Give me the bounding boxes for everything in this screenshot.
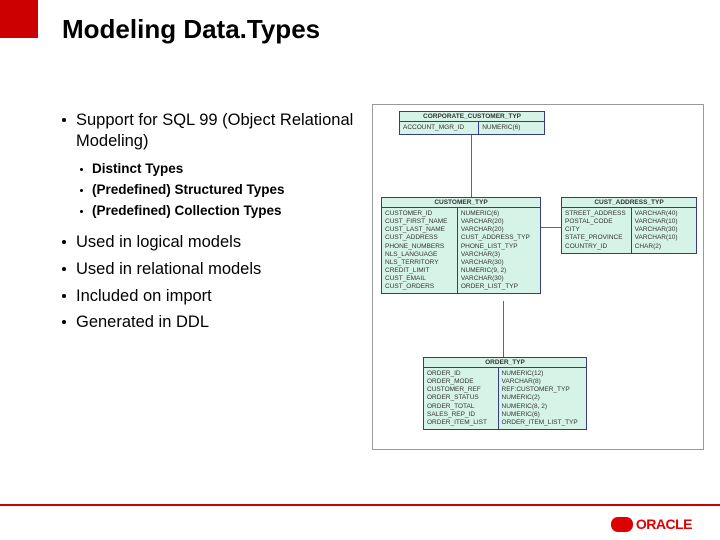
bullet-dot-icon bbox=[80, 210, 83, 213]
bullet-dot-icon bbox=[62, 320, 66, 324]
entity-header: ORDER_TYP bbox=[424, 358, 586, 368]
sub-bullet-structured: (Predefined) Structured Types bbox=[80, 182, 362, 197]
bullet-text: Used in relational models bbox=[76, 259, 261, 280]
bullet-ddl: Generated in DDL bbox=[62, 312, 362, 333]
page-title: Modeling Data.Types bbox=[62, 14, 320, 45]
entity-types: NUMERIC(12)VARCHAR(8)REF:CUSTOMER_TYPNUM… bbox=[499, 368, 586, 429]
bullet-text: Used in logical models bbox=[76, 232, 241, 253]
oracle-logo-text: ORACLE bbox=[636, 516, 692, 532]
entity-fields: STREET_ADDRESSPOSTAL_CODECITYSTATE_PROVI… bbox=[562, 208, 632, 253]
red-accent-block bbox=[0, 0, 38, 38]
bullet-dot-icon bbox=[80, 189, 83, 192]
entity-types: NUMERIC(6)VARCHAR(20)VARCHAR(20)CUST_ADD… bbox=[458, 208, 540, 293]
bullet-text: (Predefined) Structured Types bbox=[92, 182, 285, 197]
footer-divider bbox=[0, 504, 720, 506]
entity-types: NUMERIC(6) bbox=[479, 122, 544, 134]
bullet-sql99: Support for SQL 99 (Object Relational Mo… bbox=[62, 110, 362, 151]
entity-header: CUST_ADDRESS_TYP bbox=[562, 198, 696, 208]
bullet-dot-icon bbox=[62, 294, 66, 298]
entity-order: ORDER_TYP ORDER_IDORDER_MODECUSTOMER_REF… bbox=[423, 357, 587, 430]
entity-types: VARCHAR(40)VARCHAR(10)VARCHAR(30)VARCHAR… bbox=[632, 208, 696, 253]
bullet-dot-icon bbox=[80, 168, 83, 171]
entity-customer: CUSTOMER_TYP CUSTOMER_IDCUST_FIRST_NAMEC… bbox=[381, 197, 541, 294]
oracle-logo: ORACLE bbox=[611, 516, 692, 532]
sub-bullet-distinct: Distinct Types bbox=[80, 161, 362, 176]
bullet-dot-icon bbox=[62, 118, 66, 122]
sub-bullet-collection: (Predefined) Collection Types bbox=[80, 203, 362, 218]
entity-fields: CUSTOMER_IDCUST_FIRST_NAMECUST_LAST_NAME… bbox=[382, 208, 458, 293]
entity-address: CUST_ADDRESS_TYP STREET_ADDRESSPOSTAL_CO… bbox=[561, 197, 697, 254]
oracle-logo-icon bbox=[611, 517, 633, 532]
connector-line bbox=[471, 135, 472, 197]
entity-header: CORPORATE_CUSTOMER_TYP bbox=[400, 112, 544, 122]
bullet-import: Included on import bbox=[62, 286, 362, 307]
bullet-content: Support for SQL 99 (Object Relational Mo… bbox=[62, 110, 362, 339]
bullet-logical: Used in logical models bbox=[62, 232, 362, 253]
bullet-text: Included on import bbox=[76, 286, 212, 307]
entity-corporate-customer: CORPORATE_CUSTOMER_TYP ACCOUNT_MGR_ID NU… bbox=[399, 111, 545, 135]
connector-line bbox=[503, 301, 504, 357]
sub-bullet-list: Distinct Types (Predefined) Structured T… bbox=[80, 161, 362, 218]
bullet-text: Distinct Types bbox=[92, 161, 183, 176]
connector-line bbox=[541, 227, 561, 228]
bullet-dot-icon bbox=[62, 240, 66, 244]
bullet-dot-icon bbox=[62, 267, 66, 271]
bullet-text: Generated in DDL bbox=[76, 312, 209, 333]
bullet-text: (Predefined) Collection Types bbox=[92, 203, 282, 218]
entity-fields: ACCOUNT_MGR_ID bbox=[400, 122, 479, 134]
bullet-relational: Used in relational models bbox=[62, 259, 362, 280]
entity-header: CUSTOMER_TYP bbox=[382, 198, 540, 208]
entity-fields: ORDER_IDORDER_MODECUSTOMER_REFORDER_STAT… bbox=[424, 368, 499, 429]
main-bullet-list: Used in logical models Used in relationa… bbox=[62, 232, 362, 333]
er-diagram: CORPORATE_CUSTOMER_TYP ACCOUNT_MGR_ID NU… bbox=[372, 104, 704, 450]
bullet-text: Support for SQL 99 (Object Relational Mo… bbox=[76, 110, 362, 151]
